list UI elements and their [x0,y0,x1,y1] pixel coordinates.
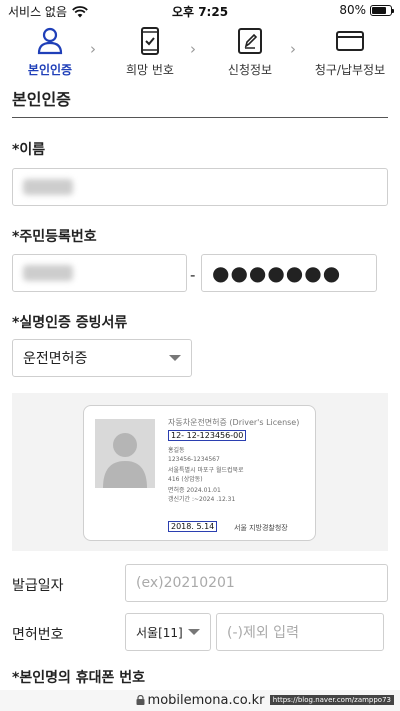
status-bar: 서비스 없음 오후 7:25 80% [0,0,400,22]
step-label: 청구/납부정보 [314,63,386,77]
step-application-info[interactable]: 신청정보 [205,26,295,78]
phone-label: *본인명의 휴대폰 번호 [12,670,145,686]
license-valid-period: 갱신기간 :~2024 .12.31 [168,496,236,503]
license-title: 자동차운전면허증 (Driver's License) [168,418,300,427]
license-renewal: 면허증 2024.01.01 [168,487,221,494]
rrn-back-input[interactable]: ●●●●●●● [201,254,377,292]
license-number-highlight: 12- 12-123456-00 [168,430,247,441]
chevron-right-icon: › [90,40,96,58]
lock-icon [136,694,145,705]
step-identity[interactable]: 본인인증 [5,26,95,78]
chevron-right-icon: › [290,40,296,58]
person-silhouette-icon [103,433,147,488]
issue-date-placeholder: (ex)20210201 [136,575,235,591]
status-right: 80% [339,3,394,17]
issue-date-label: 발급일자 [12,578,64,594]
license-details: 홍길동 123456-1234567 서울특별시 마포구 월드컵북로 416 (… [168,446,244,504]
license-issuer: 서울 지방경찰청장 [234,524,288,532]
progress-steps: 본인인증 › 희망 번호 › 신청정보 › 청구/납부정보 [0,26,400,84]
issue-date-input[interactable]: (ex)20210201 [125,564,388,602]
name-label: *이름 [12,142,46,158]
issue-date-highlight: 2018. 5.14 [168,521,218,532]
chevron-down-icon [169,355,181,361]
holder-address-line2: 416 (상암동) [168,476,203,483]
region-select[interactable]: 서울[11] [125,613,211,651]
masked-value [23,265,73,281]
name-input[interactable] [12,168,388,206]
document-label: *실명인증 증빙서류 [12,315,128,331]
battery-fill [372,6,387,14]
masked-value [23,179,73,195]
person-icon [37,27,63,55]
step-label: 희망 번호 [126,63,174,77]
chevron-down-icon [188,629,200,635]
watermark: https://blog.naver.com/zamppo73 [269,695,394,705]
battery-percent: 80% [339,3,366,17]
license-number-label: 면허번호 [12,627,64,643]
chevron-right-icon: › [190,40,196,58]
step-billing[interactable]: 청구/납부정보 [305,26,395,78]
step-label: 신청정보 [227,63,273,77]
license-number-input[interactable]: (-)제외 입력 [216,613,384,651]
document-type-select[interactable]: 운전면허증 [12,339,192,377]
license-sample-card: 자동차운전면허증 (Driver's License) 12- 12-12345… [83,405,316,541]
holder-name: 홍길동 [168,447,185,454]
card-icon [336,31,364,51]
edit-document-icon [238,28,262,54]
holder-address-line1: 서울특별시 마포구 월드컵북로 [168,467,244,474]
rrn-label: *주민등록번호 [12,229,97,245]
document-type-value: 운전면허증 [23,351,88,367]
battery-icon [370,4,394,16]
license-number-placeholder: (-)제외 입력 [227,625,299,641]
step-number[interactable]: 희망 번호 [105,26,195,78]
url-value: mobilemona.co.kr [147,693,265,708]
browser-url-bar[interactable]: mobilemona.co.kr https://blog.naver.com/… [0,690,400,711]
id-photo-placeholder [95,419,155,488]
masked-rrn-back: ●●●●●●● [212,261,342,285]
step-label: 본인인증 [27,63,73,77]
rrn-separator: - [190,266,196,284]
section-title: 본인인증 [12,90,71,109]
rrn-front-input[interactable] [12,254,187,292]
region-value: 서울[11] [136,625,183,640]
section-divider [12,117,388,118]
phone-check-icon [141,27,159,55]
holder-rrn: 123456-1234567 [168,456,220,463]
